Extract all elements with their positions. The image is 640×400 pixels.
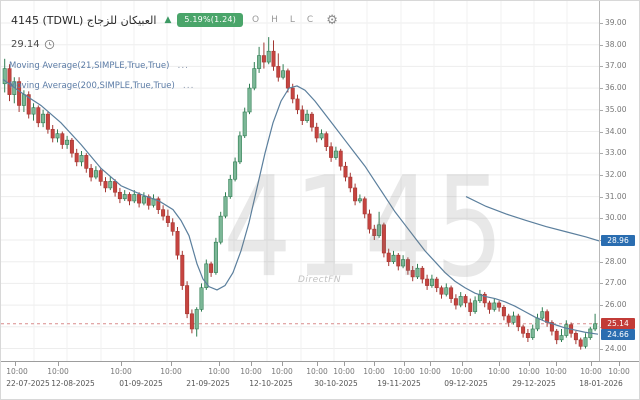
time-label: 10:00: [156, 367, 186, 376]
time-label: 10:00: [359, 367, 389, 376]
price-axis-label: 27.00: [605, 278, 626, 288]
up-triangle-icon: ▲: [164, 15, 171, 25]
time-tick: [121, 362, 122, 366]
ma200-options-button[interactable]: ...: [183, 81, 195, 91]
time-tick: [15, 362, 16, 366]
price-axis-label: 24.00: [605, 344, 626, 354]
ma21-options-button[interactable]: ...: [177, 61, 189, 71]
ma21-legend-label: Moving Average(21,SIMPLE,True,True): [9, 61, 169, 71]
price-tick: [600, 66, 603, 67]
price-axis-label: 35.00: [605, 105, 626, 115]
ohlc-low-button[interactable]: L: [287, 15, 298, 25]
time-tick: [591, 362, 592, 366]
date-label: 30-10-2025: [310, 379, 362, 388]
price-tick: [600, 153, 603, 154]
price-axis-label: 26.00: [605, 300, 626, 310]
price-axis[interactable]: 39.00 38.00 37.00 36.00 35.00 34.00 33.00 32.00…: [599, 1, 640, 361]
time-label: 10:00: [236, 367, 266, 376]
price-axis-label: 36.00: [605, 83, 626, 93]
ma200-legend: Moving Average(200,SIMPLE,True,True) ...: [9, 81, 194, 91]
change-badge: 5.19%(1.24): [177, 13, 243, 27]
price-tick: [600, 262, 603, 263]
ma21-value-badge: 24.66: [601, 329, 635, 340]
time-tick: [529, 362, 530, 366]
price-tick: [600, 175, 603, 176]
chart-header: 4145 (TDWL) العبيكان للزجاج ▲ 5.19%(1.24…: [11, 13, 338, 53]
time-tick: [499, 362, 500, 366]
price-tick: [600, 197, 603, 198]
ohlc-high-button[interactable]: H: [268, 15, 281, 25]
time-tick: [404, 362, 405, 366]
clock-icon: [44, 39, 55, 50]
price-tick: [600, 88, 603, 89]
price-tick: [600, 305, 603, 306]
symbol-title: 4145 (TDWL) العبيكان للزجاج: [11, 14, 156, 27]
ohlc-open-button[interactable]: O: [249, 15, 262, 25]
candlestick-chart-area[interactable]: 4145 DirectFN: [1, 1, 599, 361]
price-tick: [600, 132, 603, 133]
price-tick: [600, 110, 603, 111]
time-label: 10:00: [302, 367, 332, 376]
ma200-value-badge: 28.96: [601, 235, 635, 246]
time-tick: [317, 362, 318, 366]
date-label: 18-01-2026: [575, 379, 627, 388]
date-label: 09-12-2025: [440, 379, 492, 388]
price-axis-label: 31.00: [605, 192, 626, 202]
price-axis-label: 32.00: [605, 170, 626, 180]
date-label: 12-10-2025: [245, 379, 297, 388]
time-tick: [462, 362, 463, 366]
price-axis-label: 33.00: [605, 148, 626, 158]
time-tick: [344, 362, 345, 366]
price-axis-label: 30.00: [605, 213, 626, 223]
ma200-legend-label: Moving Average(200,SIMPLE,True,True): [9, 81, 175, 91]
time-label: 10:00: [541, 367, 571, 376]
time-tick: [374, 362, 375, 366]
price-axis-label: 39.00: [605, 18, 626, 28]
price-axis-label: 34.00: [605, 127, 626, 137]
time-label: 10:00: [447, 367, 477, 376]
date-label: 12-08-2025: [47, 379, 99, 388]
time-label: 10:00: [576, 367, 606, 376]
date-label: 21-09-2025: [182, 379, 234, 388]
ma21-legend: Moving Average(21,SIMPLE,True,True) ...: [9, 61, 189, 71]
symbol-watermark: 4145: [223, 133, 459, 338]
date-label: 01-09-2025: [115, 379, 167, 388]
time-tick: [556, 362, 557, 366]
time-label: 10:00: [604, 367, 634, 376]
time-label: 10:00: [204, 367, 234, 376]
time-tick: [282, 362, 283, 366]
time-label: 10:00: [43, 367, 73, 376]
price-tick: [600, 218, 603, 219]
time-label: 10:00: [415, 367, 445, 376]
brand-watermark: DirectFN: [298, 275, 341, 285]
price-axis-label: 37.00: [605, 61, 626, 71]
time-label: 10:00: [2, 367, 32, 376]
time-tick: [171, 362, 172, 366]
price-tick: [600, 45, 603, 46]
last-price-badge: 25.14: [601, 318, 635, 329]
time-tick: [58, 362, 59, 366]
time-axis[interactable]: 10:0010:0010:0010:0010:0010:0010:0010:00…: [1, 361, 640, 400]
ohlc-close-button[interactable]: C: [304, 15, 316, 25]
price-tick: [600, 283, 603, 284]
price-tick: [600, 23, 603, 24]
time-tick: [219, 362, 220, 366]
time-label: 10:00: [106, 367, 136, 376]
gear-icon[interactable]: ⚙: [326, 14, 338, 27]
price-axis-label: 38.00: [605, 40, 626, 50]
time-tick: [251, 362, 252, 366]
time-label: 10:00: [484, 367, 514, 376]
trading-chart-window: 4145 DirectFN 4145 (TDWL) العبيكان للزجا…: [0, 0, 640, 400]
price-tick: [600, 349, 603, 350]
time-label: 10:00: [267, 367, 297, 376]
time-tick: [430, 362, 431, 366]
date-label: 19-11-2025: [373, 379, 425, 388]
time-tick: [619, 362, 620, 366]
price-axis-label: 28.00: [605, 257, 626, 267]
time-label: 10:00: [514, 367, 544, 376]
date-label: 29-12-2025: [508, 379, 560, 388]
header-price: 29.14: [11, 39, 40, 50]
time-label: 10:00: [329, 367, 359, 376]
